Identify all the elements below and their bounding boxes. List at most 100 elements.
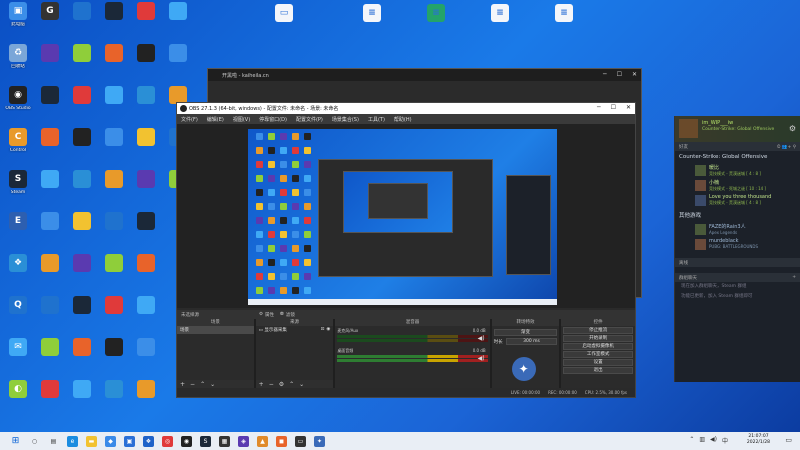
speaker-icon[interactable]: ◀) bbox=[478, 335, 485, 342]
desktop-icon[interactable] bbox=[98, 86, 130, 106]
friend-item[interactable]: FAZE的Rain3人 Apex Legends bbox=[675, 223, 800, 237]
ime-icon[interactable]: 中 bbox=[722, 436, 728, 445]
app-icon[interactable]: ◈ bbox=[238, 435, 249, 447]
remove-icon[interactable]: − bbox=[190, 381, 195, 388]
menu-item[interactable]: 配置文件(P) bbox=[296, 116, 323, 123]
properties-button[interactable]: 属性 bbox=[265, 312, 274, 318]
eye-icon[interactable]: ◉ bbox=[326, 327, 330, 332]
desktop-icon[interactable] bbox=[130, 2, 162, 22]
scene-item[interactable]: 场景 bbox=[177, 326, 254, 334]
desktop-icon[interactable] bbox=[130, 380, 162, 400]
app-icon[interactable]: ◆ bbox=[105, 435, 116, 447]
remove-icon[interactable]: − bbox=[269, 381, 274, 388]
app-icon[interactable]: ❖ bbox=[143, 435, 154, 447]
desktop-icon[interactable]: ❖ bbox=[2, 254, 34, 274]
stop-stream-button[interactable]: 停止推流 bbox=[563, 327, 633, 334]
desktop-icon[interactable] bbox=[130, 86, 162, 106]
desktop-icon[interactable] bbox=[34, 338, 66, 358]
offline-header[interactable]: 离线 bbox=[675, 258, 800, 267]
menu-item[interactable]: 帮助(H) bbox=[394, 116, 412, 123]
desktop-icon[interactable] bbox=[66, 170, 98, 190]
gear-icon[interactable]: ⚙ bbox=[789, 124, 796, 133]
volume-icon[interactable]: ◀) bbox=[710, 436, 717, 445]
friend-item[interactable]: murdeblack PUBG: BATTLEGROUNDS bbox=[675, 238, 800, 252]
desktop-icon[interactable] bbox=[66, 44, 98, 64]
folder-icon[interactable]: ▬ bbox=[86, 435, 97, 447]
minimize-icon[interactable]: ─ bbox=[597, 104, 601, 111]
desktop-icon[interactable]: G bbox=[34, 2, 66, 22]
friend-item[interactable]: 小楠 竞技模式 - 死城之谜 [ 10 : 14 ] bbox=[675, 179, 800, 193]
desktop-icon[interactable] bbox=[130, 128, 162, 148]
app-icon[interactable]: ▲ bbox=[257, 435, 268, 447]
app-icon[interactable]: ◎ bbox=[162, 435, 173, 447]
desktop-file-icon[interactable]: ≡ bbox=[420, 4, 452, 24]
edge-icon[interactable]: e bbox=[67, 435, 78, 447]
gear-icon[interactable]: ⚙ bbox=[279, 381, 284, 388]
minimize-icon[interactable]: ─ bbox=[603, 71, 607, 78]
friends-tools[interactable]: ⏲ 👥+ ⚲ bbox=[777, 144, 796, 150]
desktop-icon[interactable]: ◐ bbox=[2, 380, 34, 400]
desktop-icon[interactable] bbox=[66, 254, 98, 274]
transition-select[interactable]: 渐变 bbox=[493, 329, 558, 336]
desktop-icon[interactable] bbox=[130, 338, 162, 358]
obs-window[interactable]: OBS 27.1.3 (64-bit, windows) - 配置文件: 未命名… bbox=[176, 102, 636, 398]
desktop-icon[interactable] bbox=[98, 254, 130, 274]
move-down-icon[interactable]: ⌄ bbox=[210, 381, 215, 388]
search-icon[interactable]: ○ bbox=[29, 435, 40, 447]
store-icon[interactable]: ▣ bbox=[124, 435, 135, 447]
desktop-icon[interactable] bbox=[66, 380, 98, 400]
filter-icon[interactable]: ⛃ bbox=[280, 312, 284, 317]
desktop-icon[interactable] bbox=[34, 212, 66, 232]
desktop-icon[interactable]: Q bbox=[2, 296, 34, 316]
steam-friends-window[interactable]: im_WIP___iw Counter-Strike: Global Offen… bbox=[674, 116, 800, 382]
add-icon[interactable]: + bbox=[792, 275, 796, 280]
virtual-camera-button[interactable]: 启动虚拟摄像机 bbox=[563, 343, 633, 350]
lock-icon[interactable]: ⊡ bbox=[321, 327, 325, 332]
menu-item[interactable]: 编辑(E) bbox=[207, 116, 224, 123]
move-up-icon[interactable]: ⌃ bbox=[289, 381, 294, 388]
desktop-icon[interactable]: E bbox=[2, 212, 34, 232]
add-icon[interactable]: + bbox=[180, 381, 185, 388]
desktop-icon[interactable] bbox=[66, 212, 98, 232]
menu-item[interactable]: 场景集合(S) bbox=[332, 116, 359, 123]
duration-input[interactable]: 300 ms bbox=[505, 338, 558, 345]
desktop-icon[interactable] bbox=[130, 44, 162, 64]
maximize-icon[interactable]: ☐ bbox=[611, 104, 616, 111]
menu-item[interactable]: 工具(T) bbox=[368, 116, 385, 123]
desktop-file-icon[interactable]: ≡ bbox=[356, 4, 388, 24]
steam-icon[interactable]: S bbox=[200, 435, 211, 447]
desktop-icon[interactable] bbox=[34, 296, 66, 316]
desktop-icon[interactable] bbox=[66, 86, 98, 106]
notification-icon[interactable]: ▭ bbox=[785, 436, 792, 444]
menu-item[interactable]: 视图(V) bbox=[233, 116, 250, 123]
speaker-icon[interactable]: ◀) bbox=[478, 355, 485, 362]
steam-profile[interactable]: im_WIP___iw Counter-Strike: Global Offen… bbox=[675, 116, 800, 142]
desktop-icon[interactable] bbox=[98, 170, 130, 190]
obs-icon[interactable]: ◉ bbox=[181, 435, 192, 447]
desktop-icon[interactable] bbox=[162, 44, 194, 64]
move-down-icon[interactable]: ⌄ bbox=[299, 381, 304, 388]
preview-canvas[interactable] bbox=[248, 129, 557, 305]
desktop-icon[interactable] bbox=[34, 380, 66, 400]
menu-item[interactable]: 停靠窗口(D) bbox=[259, 116, 287, 123]
desktop-icon[interactable] bbox=[98, 296, 130, 316]
desktop-icon[interactable] bbox=[34, 44, 66, 64]
close-icon[interactable]: ✕ bbox=[626, 104, 631, 111]
desktop-icon[interactable]: S Steam bbox=[2, 170, 34, 195]
chevron-up-icon[interactable]: ⌃ bbox=[689, 436, 694, 445]
move-up-icon[interactable]: ⌃ bbox=[200, 381, 205, 388]
app-icon[interactable]: ▦ bbox=[219, 435, 230, 447]
task-view-icon[interactable]: ▤ bbox=[48, 435, 59, 447]
windows-start-icon[interactable]: ⊞ bbox=[10, 435, 21, 447]
desktop-icon[interactable] bbox=[130, 170, 162, 190]
desktop-icon[interactable] bbox=[98, 128, 130, 148]
desktop-icon[interactable] bbox=[66, 2, 98, 22]
close-icon[interactable]: ✕ bbox=[632, 71, 637, 78]
menu-item[interactable]: 文件(F) bbox=[181, 116, 198, 123]
desktop-icon[interactable] bbox=[98, 2, 130, 22]
desktop-icon[interactable] bbox=[130, 212, 162, 232]
desktop-icon[interactable] bbox=[98, 212, 130, 232]
desktop-icon[interactable]: ♻ 回收站 bbox=[2, 44, 34, 69]
source-item[interactable]: ▭ 显示器采集 ◉ ⊡ bbox=[256, 326, 334, 334]
maximize-icon[interactable]: ☐ bbox=[617, 71, 622, 78]
